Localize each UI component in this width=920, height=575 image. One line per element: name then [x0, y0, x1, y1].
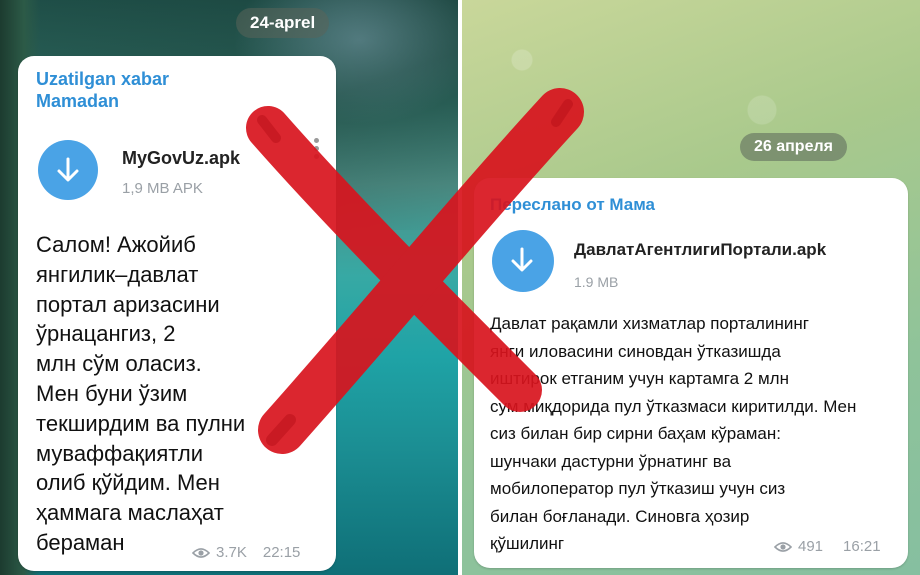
- message-line: Мен буни ўзим: [36, 380, 188, 406]
- view-count: 3.7K: [216, 544, 247, 561]
- message-line: сум миқдорида пул ўтказмаси киритилди. М…: [490, 396, 857, 416]
- message-line: билан боғланади. Синовга ҳозир: [490, 506, 750, 526]
- eye-icon: [774, 541, 792, 552]
- message-line: ҳаммага маслаҳат: [36, 500, 224, 526]
- forward-header: Uzatilgan xabar Mamadan: [36, 68, 169, 112]
- view-count: 491: [798, 538, 824, 555]
- message-bubble[interactable]: Uzatilgan xabar Mamadan MyGovUz.apk 1,9 …: [18, 56, 336, 571]
- message-meta: 491 16:21: [774, 538, 881, 555]
- message-line: текширдим ва пулни: [36, 410, 246, 436]
- download-button[interactable]: [492, 230, 554, 292]
- message-line: янги иловасини синовдан ўтказишда: [490, 341, 781, 361]
- file-name[interactable]: ДавлатАгентлигиПортали.apk: [574, 240, 826, 260]
- message-meta: 3.7K 22:15: [192, 544, 300, 561]
- file-name[interactable]: MyGovUz.apk: [122, 148, 240, 169]
- forward-from[interactable]: Mamadan: [36, 90, 169, 112]
- forward-label[interactable]: Переслано от Мама: [490, 194, 655, 216]
- message-line: ўрнацангиз, 2: [36, 321, 176, 347]
- more-vertical-icon[interactable]: [314, 138, 320, 159]
- message-bubble[interactable]: Переслано от Мама ДавлатАгентлигиПортали…: [474, 178, 908, 568]
- message-line: шунчаки дастурни ўрнатинг ва: [490, 451, 732, 471]
- forward-label: Uzatilgan xabar: [36, 69, 170, 89]
- file-size: 1,9 MB APK: [122, 180, 203, 197]
- download-button[interactable]: [38, 140, 98, 200]
- message-line: портал аризасини: [36, 291, 220, 317]
- message-time: 16:21: [843, 538, 881, 555]
- right-screenshot: 26 апреля Переслано от Мама ДавлатАгентл…: [462, 0, 920, 575]
- message-line: олиб қўйдим. Мен: [36, 470, 220, 496]
- message-line: Давлат рақамли хизматлар порталининг: [490, 314, 809, 333]
- left-screenshot: 24-aprel Uzatilgan xabar Mamadan MyGovUz…: [0, 0, 458, 575]
- message-line: иштирок етганим учун картамга 2 млн: [490, 369, 789, 388]
- message-time: 22:15: [262, 544, 301, 561]
- message-text: Давлат рақамли хизматлар порталининг янг…: [490, 310, 900, 558]
- download-arrow-icon: [57, 157, 79, 182]
- eye-icon: [192, 547, 210, 558]
- message-text: Салом! Ажойиб янгилик–давлат портал ариз…: [36, 230, 332, 558]
- message-line: муваффақиятли: [36, 440, 204, 466]
- download-arrow-icon: [511, 247, 533, 272]
- date-pill: 26 апреля: [740, 133, 847, 161]
- message-line: мобилоператор пул ўтказиш учун сиз: [490, 479, 786, 498]
- date-pill: 24-aprel: [236, 8, 330, 38]
- file-size: 1.9 MB: [574, 274, 619, 290]
- message-line: янгилик–давлат: [36, 261, 199, 287]
- message-line: млн сўм оласиз.: [36, 351, 202, 377]
- message-line: Салом! Ажойиб: [36, 232, 196, 257]
- message-line: сиз билан бир сирни баҳам кўраман:: [490, 424, 781, 443]
